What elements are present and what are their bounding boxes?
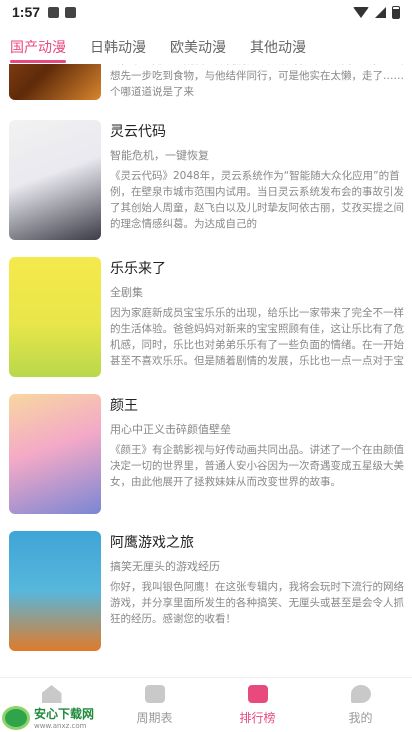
list-item[interactable]: 云，谁想竟是屋荒庙。师徒们师父要饭时，外出去找吃食，八戒想先一步吃到食物，与他结… <box>9 64 404 100</box>
item-title: 灵云代码 <box>110 124 166 140</box>
item-description: 《颜王》有企鹅影视与好传动画共同出品。讲述了一个在由颜值决定一切的世界里，普通人… <box>110 444 404 488</box>
item-title: 阿鹰游戏之旅 <box>110 535 194 551</box>
item-info: 乐乐来了 全剧集 因为家庭新成员宝宝乐乐的出现，给乐比一家带来了完全不一样的生活… <box>110 259 404 369</box>
item-info: 灵云代码 智能危机，一键恢复 《灵云代码》2048年，灵云系统作为“智能随大众化… <box>110 122 404 232</box>
watermark-url: www.anxz.com <box>34 722 87 730</box>
home-icon <box>41 685 62 703</box>
list-item[interactable]: 颜王 用心中正义击碎颜值壁垒 《颜王》有企鹅影视与好传动画共同出品。讲述了一个在… <box>9 394 404 514</box>
item-description: 因为家庭新成员宝宝乐乐的出现，给乐比一家带来了完全不一样的生活体验。爸爸妈妈对新… <box>110 307 404 367</box>
profile-icon <box>350 685 371 703</box>
list-item[interactable]: 灵云代码 智能危机，一键恢复 《灵云代码》2048年，灵云系统作为“智能随大众化… <box>9 120 404 240</box>
category-tabs: 国产动漫 日韩动漫 欧美动漫 其他动漫 <box>0 30 412 64</box>
item-description: 你好，我叫银色阿鹰！在这张专辑内，我将会玩时下流行的网络游戏，并分享里面所发生的… <box>110 581 404 625</box>
nav-ranking[interactable]: 排行榜 <box>206 678 309 732</box>
tab-japan-korea-anime[interactable]: 日韩动漫 <box>90 30 146 64</box>
nav-schedule[interactable]: 周期表 <box>103 678 206 732</box>
item-info: 阿鹰游戏之旅 搞笑无厘头的游戏经历 你好，我叫银色阿鹰！在这张专辑内，我将会玩时… <box>110 533 404 643</box>
watermark-title: 安心下载网 <box>34 707 95 721</box>
cover-image[interactable] <box>9 120 101 240</box>
item-subtitle: 用心中正义击碎颜值壁垒 <box>110 423 231 436</box>
tab-other-anime[interactable]: 其他动漫 <box>250 30 306 64</box>
cover-image[interactable] <box>9 394 101 514</box>
list-item[interactable]: 乐乐来了 全剧集 因为家庭新成员宝宝乐乐的出现，给乐比一家带来了完全不一样的生活… <box>9 257 404 377</box>
notification-icon <box>48 6 60 18</box>
tab-domestic-anime[interactable]: 国产动漫 <box>10 30 66 64</box>
item-subtitle: 搞笑无厘头的游戏经历 <box>110 560 220 573</box>
nav-label: 周期表 <box>136 711 173 725</box>
status-bar: 1:57 <box>0 0 412 24</box>
ranking-icon <box>247 685 268 703</box>
notification-icon <box>65 6 77 18</box>
cover-image[interactable] <box>9 531 101 651</box>
nav-label: 我的 <box>348 711 373 725</box>
item-subtitle: 智能危机，一键恢复 <box>110 149 209 162</box>
item-subtitle: 全剧集 <box>110 286 143 299</box>
item-description: 《灵云代码》2048年，灵云系统作为“智能随大众化应用”的首例，在壁泉市城市范围… <box>110 170 404 230</box>
anime-list[interactable]: 云，谁想竟是屋荒庙。师徒们师父要饭时，外出去找吃食，八戒想先一步吃到食物，与他结… <box>0 64 412 677</box>
cover-image[interactable] <box>9 64 101 100</box>
tab-western-anime[interactable]: 欧美动漫 <box>170 30 226 64</box>
cover-image[interactable] <box>9 257 101 377</box>
item-title: 颜王 <box>110 398 138 414</box>
nav-profile[interactable]: 我的 <box>309 678 412 732</box>
item-info: 云，谁想竟是屋荒庙。师徒们师父要饭时，外出去找吃食，八戒想先一步吃到食物，与他结… <box>110 64 404 100</box>
status-time: 1:57 <box>12 4 41 20</box>
watermark-logo-icon <box>2 705 30 730</box>
wifi-icon <box>353 6 369 18</box>
nav-label: 排行榜 <box>239 711 276 725</box>
calendar-icon <box>144 685 165 703</box>
item-info: 颜王 用心中正义击碎颜值壁垒 《颜王》有企鹅影视与好传动画共同出品。讲述了一个在… <box>110 396 404 506</box>
signal-icon <box>375 6 386 18</box>
list-item[interactable]: 阿鹰游戏之旅 搞笑无厘头的游戏经历 你好，我叫银色阿鹰！在这张专辑内，我将会玩时… <box>9 531 404 651</box>
item-title: 乐乐来了 <box>110 261 166 277</box>
watermark: 安心下载网 www.anxz.com <box>2 705 94 730</box>
battery-icon <box>392 5 400 19</box>
item-description: 云，谁想竟是屋荒庙。师徒们师父要饭时，外出去找吃食，八戒想先一步吃到食物，与他结… <box>110 64 404 98</box>
